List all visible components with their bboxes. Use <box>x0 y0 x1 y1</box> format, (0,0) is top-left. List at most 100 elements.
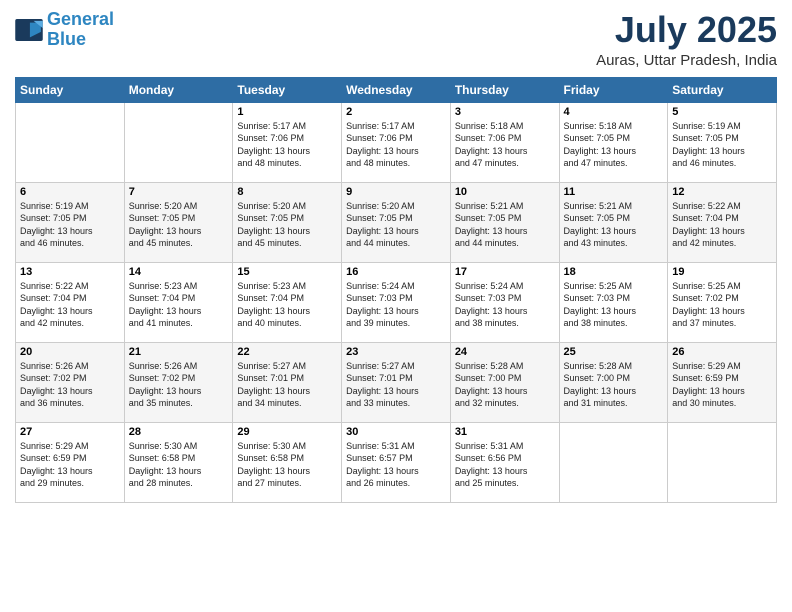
day-cell: 25Sunrise: 5:28 AMSunset: 7:00 PMDayligh… <box>559 342 668 422</box>
day-number: 9 <box>346 186 446 198</box>
col-wednesday: Wednesday <box>342 77 451 102</box>
day-info: Sunrise: 5:30 AMSunset: 6:58 PMDaylight:… <box>237 440 337 490</box>
day-info: Sunrise: 5:23 AMSunset: 7:04 PMDaylight:… <box>237 280 337 330</box>
day-info: Sunrise: 5:20 AMSunset: 7:05 PMDaylight:… <box>129 200 229 250</box>
day-cell: 8 Sunrise: 5:20 AMSunset: 7:05 PMDaylight… <box>233 182 342 262</box>
logo-icon <box>15 19 43 41</box>
day-info: Sunrise: 5:19 AMSunset: 7:05 PMDaylight:… <box>20 200 120 250</box>
day-number: 16 <box>346 266 446 278</box>
day-number: 3 <box>455 106 555 118</box>
day-cell <box>668 422 777 502</box>
calendar: Sunday Monday Tuesday Wednesday Thursday… <box>15 77 777 503</box>
day-number: 2 <box>346 106 446 118</box>
day-cell: 12Sunrise: 5:22 AMSunset: 7:04 PMDayligh… <box>668 182 777 262</box>
day-info: Sunrise: 5:18 AMSunset: 7:06 PMDaylight:… <box>455 120 555 170</box>
day-info: Sunrise: 5:27 AMSunset: 7:01 PMDaylight:… <box>346 360 446 410</box>
day-cell: 21 Sunrise: 5:26 AMSunset: 7:02 PMDayligh… <box>124 342 233 422</box>
day-info: Sunrise: 5:25 AMSunset: 7:02 PMDaylight:… <box>672 280 772 330</box>
day-cell: 26 Sunrise: 5:29 AMSunset: 6:59 PMDayligh… <box>668 342 777 422</box>
week-row-1: 1 Sunrise: 5:17 AMSunset: 7:06 PMDaylight… <box>16 102 777 182</box>
day-number: 31 <box>455 426 555 438</box>
day-info: Sunrise: 5:20 AMSunset: 7:05 PMDaylight:… <box>346 200 446 250</box>
day-number: 30 <box>346 426 446 438</box>
day-cell: 28Sunrise: 5:30 AMSunset: 6:58 PMDayligh… <box>124 422 233 502</box>
title-block: July 2025 Auras, Uttar Pradesh, India <box>596 10 777 69</box>
day-info: Sunrise: 5:26 AMSunset: 7:02 PMDaylight:… <box>129 360 229 410</box>
day-number: 20 <box>20 346 120 358</box>
col-thursday: Thursday <box>450 77 559 102</box>
day-cell: 17 Sunrise: 5:24 AMSunset: 7:03 PMDayligh… <box>450 262 559 342</box>
day-cell: 15Sunrise: 5:23 AMSunset: 7:04 PMDayligh… <box>233 262 342 342</box>
page: General Blue July 2025 Auras, Uttar Prad… <box>0 0 792 612</box>
day-info: Sunrise: 5:31 AMSunset: 6:57 PMDaylight:… <box>346 440 446 490</box>
day-cell: 4 Sunrise: 5:18 AMSunset: 7:05 PMDaylight… <box>559 102 668 182</box>
day-info: Sunrise: 5:20 AMSunset: 7:05 PMDaylight:… <box>237 200 337 250</box>
day-cell: 23Sunrise: 5:27 AMSunset: 7:01 PMDayligh… <box>342 342 451 422</box>
day-number: 17 <box>455 266 555 278</box>
day-number: 11 <box>564 186 664 198</box>
day-cell: 7 Sunrise: 5:20 AMSunset: 7:05 PMDaylight… <box>124 182 233 262</box>
week-row-4: 20 Sunrise: 5:26 AMSunset: 7:02 PMDayligh… <box>16 342 777 422</box>
day-cell: 5Sunrise: 5:19 AMSunset: 7:05 PMDaylight… <box>668 102 777 182</box>
day-number: 29 <box>237 426 337 438</box>
day-info: Sunrise: 5:19 AMSunset: 7:05 PMDaylight:… <box>672 120 772 170</box>
day-info: Sunrise: 5:29 AMSunset: 6:59 PMDaylight:… <box>672 360 772 410</box>
logo: General Blue <box>15 10 114 50</box>
day-cell: 13 Sunrise: 5:22 AMSunset: 7:04 PMDayligh… <box>16 262 125 342</box>
header: General Blue July 2025 Auras, Uttar Prad… <box>15 10 777 69</box>
week-row-3: 13 Sunrise: 5:22 AMSunset: 7:04 PMDayligh… <box>16 262 777 342</box>
day-number: 24 <box>455 346 555 358</box>
day-number: 13 <box>20 266 120 278</box>
day-cell: 29 Sunrise: 5:30 AMSunset: 6:58 PMDayligh… <box>233 422 342 502</box>
day-info: Sunrise: 5:28 AMSunset: 7:00 PMDaylight:… <box>564 360 664 410</box>
day-cell: 9 Sunrise: 5:20 AMSunset: 7:05 PMDaylight… <box>342 182 451 262</box>
day-number: 1 <box>237 106 337 118</box>
day-cell: 6 Sunrise: 5:19 AMSunset: 7:05 PMDaylight… <box>16 182 125 262</box>
day-number: 7 <box>129 186 229 198</box>
day-cell: 16Sunrise: 5:24 AMSunset: 7:03 PMDayligh… <box>342 262 451 342</box>
logo-line1: General <box>47 9 114 29</box>
day-cell: 22Sunrise: 5:27 AMSunset: 7:01 PMDayligh… <box>233 342 342 422</box>
day-number: 27 <box>20 426 120 438</box>
day-cell: 14 Sunrise: 5:23 AMSunset: 7:04 PMDayligh… <box>124 262 233 342</box>
day-cell: 1 Sunrise: 5:17 AMSunset: 7:06 PMDaylight… <box>233 102 342 182</box>
day-cell <box>16 102 125 182</box>
day-info: Sunrise: 5:17 AMSunset: 7:06 PMDaylight:… <box>237 120 337 170</box>
day-cell: 19 Sunrise: 5:25 AMSunset: 7:02 PMDayligh… <box>668 262 777 342</box>
day-info: Sunrise: 5:28 AMSunset: 7:00 PMDaylight:… <box>455 360 555 410</box>
day-number: 19 <box>672 266 772 278</box>
day-number: 4 <box>564 106 664 118</box>
day-number: 14 <box>129 266 229 278</box>
day-cell <box>124 102 233 182</box>
day-info: Sunrise: 5:21 AMSunset: 7:05 PMDaylight:… <box>455 200 555 250</box>
week-row-5: 27Sunrise: 5:29 AMSunset: 6:59 PMDayligh… <box>16 422 777 502</box>
day-cell: 3 Sunrise: 5:18 AMSunset: 7:06 PMDaylight… <box>450 102 559 182</box>
day-info: Sunrise: 5:23 AMSunset: 7:04 PMDaylight:… <box>129 280 229 330</box>
day-number: 26 <box>672 346 772 358</box>
day-cell: 30 Sunrise: 5:31 AMSunset: 6:57 PMDayligh… <box>342 422 451 502</box>
day-cell: 20 Sunrise: 5:26 AMSunset: 7:02 PMDayligh… <box>16 342 125 422</box>
day-info: Sunrise: 5:24 AMSunset: 7:03 PMDaylight:… <box>455 280 555 330</box>
day-cell <box>559 422 668 502</box>
logo-line2: Blue <box>47 29 86 49</box>
day-info: Sunrise: 5:17 AMSunset: 7:06 PMDaylight:… <box>346 120 446 170</box>
day-cell: 27Sunrise: 5:29 AMSunset: 6:59 PMDayligh… <box>16 422 125 502</box>
col-saturday: Saturday <box>668 77 777 102</box>
day-info: Sunrise: 5:27 AMSunset: 7:01 PMDaylight:… <box>237 360 337 410</box>
day-info: Sunrise: 5:30 AMSunset: 6:58 PMDaylight:… <box>129 440 229 490</box>
day-info: Sunrise: 5:18 AMSunset: 7:05 PMDaylight:… <box>564 120 664 170</box>
day-info: Sunrise: 5:25 AMSunset: 7:03 PMDaylight:… <box>564 280 664 330</box>
day-info: Sunrise: 5:22 AMSunset: 7:04 PMDaylight:… <box>20 280 120 330</box>
day-number: 6 <box>20 186 120 198</box>
day-info: Sunrise: 5:21 AMSunset: 7:05 PMDaylight:… <box>564 200 664 250</box>
location-title: Auras, Uttar Pradesh, India <box>596 52 777 69</box>
day-info: Sunrise: 5:26 AMSunset: 7:02 PMDaylight:… <box>20 360 120 410</box>
col-tuesday: Tuesday <box>233 77 342 102</box>
month-title: July 2025 <box>596 10 777 50</box>
day-cell: 31Sunrise: 5:31 AMSunset: 6:56 PMDayligh… <box>450 422 559 502</box>
day-cell: 18Sunrise: 5:25 AMSunset: 7:03 PMDayligh… <box>559 262 668 342</box>
day-cell: 11 Sunrise: 5:21 AMSunset: 7:05 PMDayligh… <box>559 182 668 262</box>
day-cell: 2 Sunrise: 5:17 AMSunset: 7:06 PMDaylight… <box>342 102 451 182</box>
day-number: 21 <box>129 346 229 358</box>
day-number: 8 <box>237 186 337 198</box>
